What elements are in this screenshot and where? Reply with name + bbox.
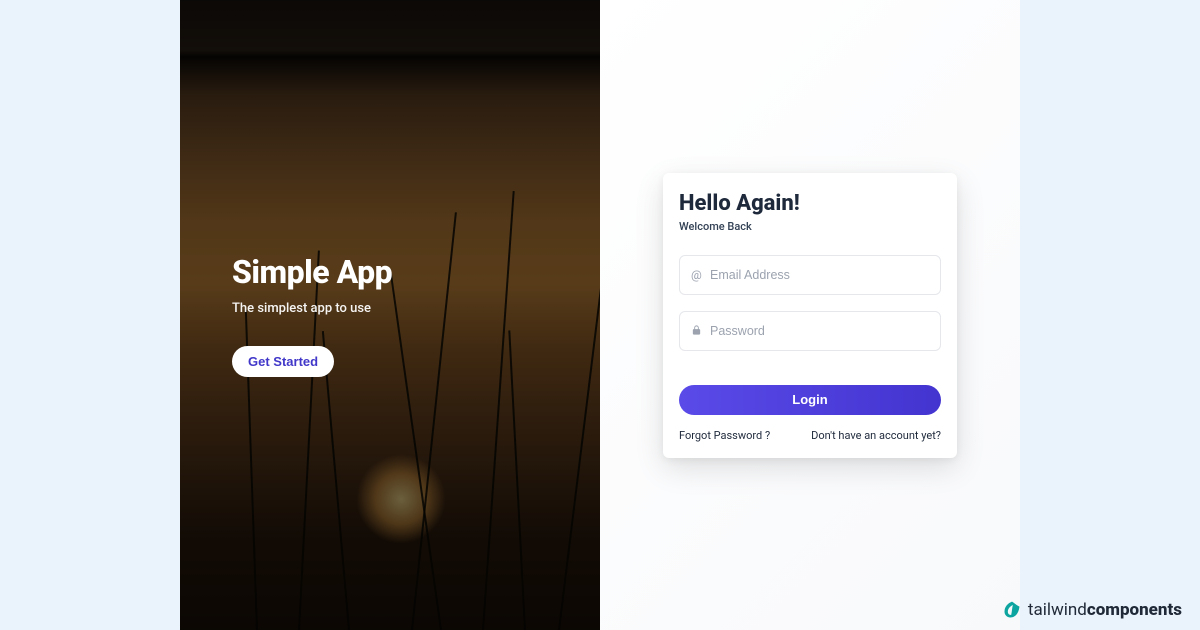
login-title: Hello Again!: [679, 191, 941, 216]
password-field[interactable]: [679, 311, 941, 351]
hero-title: Simple App: [232, 253, 600, 291]
brand-text: tailwindcomponents: [1028, 600, 1182, 620]
login-button[interactable]: Login: [679, 385, 941, 415]
email-field[interactable]: [679, 255, 941, 295]
get-started-button[interactable]: Get Started: [232, 346, 334, 377]
email-field-wrap: @: [679, 255, 941, 295]
password-field-wrap: [679, 311, 941, 351]
hero-panel: Simple App The simplest app to use Get S…: [180, 0, 600, 630]
login-card: Hello Again! Welcome Back @ Login Forgot…: [663, 173, 957, 458]
forgot-password-link[interactable]: Forgot Password ?: [679, 429, 770, 442]
lock-icon: [691, 324, 702, 338]
brand-footer: tailwindcomponents: [1002, 600, 1182, 620]
hero-tagline: The simplest app to use: [232, 301, 600, 316]
login-links: Forgot Password ? Don't have an account …: [679, 429, 941, 442]
app-window: Simple App The simplest app to use Get S…: [180, 0, 1020, 630]
brand-suffix: components: [1087, 600, 1182, 620]
login-subtitle: Welcome Back: [679, 220, 941, 233]
at-icon: @: [691, 269, 702, 281]
sunset-graphic: [356, 454, 446, 544]
signup-link[interactable]: Don't have an account yet?: [811, 429, 941, 442]
form-panel: Hello Again! Welcome Back @ Login Forgot…: [600, 0, 1020, 630]
brand-prefix: tailwind: [1028, 600, 1087, 620]
leaf-icon: [1002, 600, 1022, 620]
